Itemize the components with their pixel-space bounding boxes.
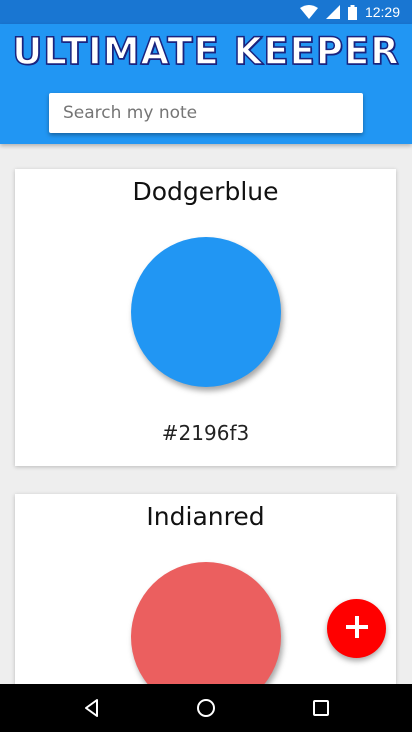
status-bar: 12:29	[0, 0, 412, 24]
color-swatch	[131, 237, 281, 387]
status-time: 12:29	[364, 4, 400, 20]
signal-icon	[325, 5, 340, 19]
note-card[interactable]: Dodgerblue #2196f3	[15, 169, 396, 466]
back-icon[interactable]	[80, 696, 104, 720]
note-title: Dodgerblue	[132, 177, 279, 206]
note-title: Indianred	[146, 502, 265, 531]
add-note-button[interactable]	[327, 599, 386, 658]
plus-icon	[345, 616, 368, 641]
battery-icon	[347, 4, 357, 20]
wifi-icon	[299, 5, 318, 19]
recent-apps-icon[interactable]	[309, 696, 333, 720]
app-header: ULTIMATE KEEPER	[0, 24, 412, 144]
note-card[interactable]: Indianred	[15, 494, 396, 684]
navigation-bar	[0, 684, 412, 732]
search-input[interactable]	[49, 93, 363, 133]
home-icon[interactable]	[194, 696, 218, 720]
hex-code: #2196f3	[161, 421, 250, 445]
app-title: ULTIMATE KEEPER	[11, 29, 400, 74]
color-swatch	[131, 562, 281, 684]
